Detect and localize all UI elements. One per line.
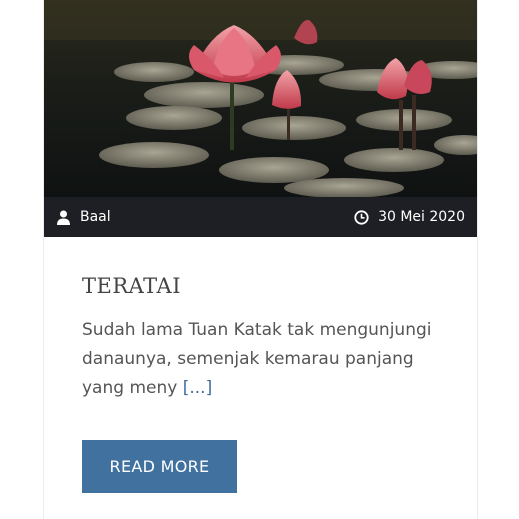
featured-image[interactable] [44, 0, 477, 197]
author-name[interactable]: Baal [80, 209, 111, 225]
clock-icon [354, 209, 369, 225]
excerpt-more-link[interactable]: [...] [183, 378, 212, 398]
date-text: 30 Mei 2020 [378, 209, 465, 225]
read-more-button[interactable]: READ MORE [82, 440, 237, 493]
post-excerpt: Sudah lama Tuan Katak tak mengunjungi da… [82, 316, 442, 403]
user-icon [56, 210, 71, 225]
post-meta-bar: Baal 30 Mei 2020 [44, 197, 477, 237]
excerpt-text: Sudah lama Tuan Katak tak mengunjungi da… [82, 320, 432, 398]
post-card: Baal 30 Mei 2020 TERATAI Sudah lama Tuan… [43, 0, 478, 519]
post-date: 30 Mei 2020 [354, 197, 465, 237]
post-title[interactable]: TERATAI [82, 274, 181, 298]
lotus-pond-photo [44, 0, 477, 197]
post-author[interactable]: Baal [56, 197, 111, 237]
